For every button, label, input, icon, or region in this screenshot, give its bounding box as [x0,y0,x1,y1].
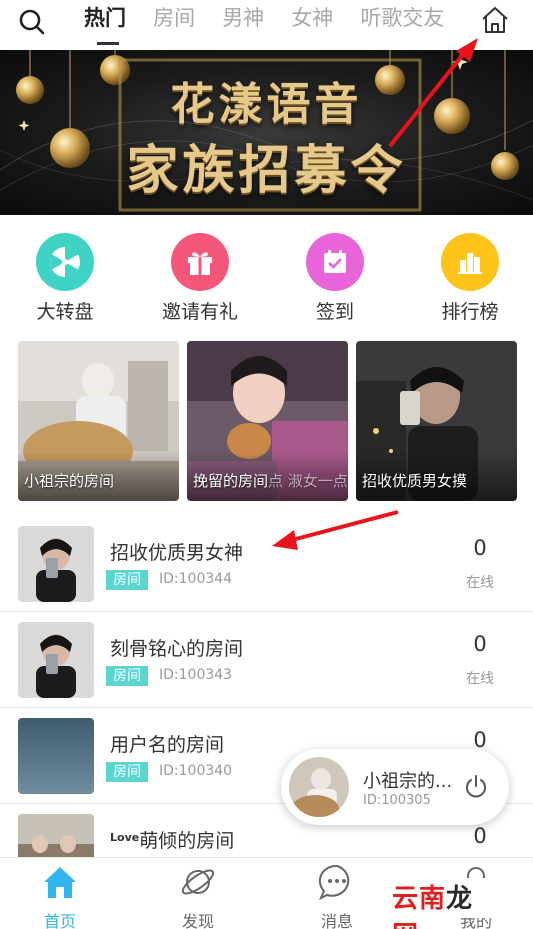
room-list: 招收优质男女神 房间 ID:100344 0 在线 刻骨铭心的房间 房间 ID:… [0,516,533,900]
watermark-text: 龙 [446,884,474,914]
planet-icon [181,869,215,895]
calendar-check-icon [306,233,364,291]
room-tag: 房间 [106,666,148,686]
list-item[interactable]: 刻骨铭心的房间 房间 ID:100343 0 在线 [0,612,533,708]
watermark-text: 网 [392,921,419,929]
checkin-label: 签到 [315,301,354,323]
nav-discover[interactable]: 发现 [158,862,238,929]
wheel-button[interactable]: 大转盘 [10,233,120,324]
room-title: Love萌倾的房间 [110,826,234,853]
banner-subtitle: 家族招募令 [126,140,407,201]
room-card[interactable]: 招收优质男女摸 [356,341,517,501]
online-count: 0 [473,536,487,560]
room-id: ID:100343 [159,667,233,683]
room-card-label: 挽留的房间点 淑女一点 [193,470,348,491]
room-title: 刻骨铭心的房间 [110,638,244,660]
home-icon [44,867,76,898]
tab-rooms[interactable]: 房间 [153,0,195,48]
mini-player-name: 小祖宗的... [363,771,453,792]
tab-music-social[interactable]: 听歌交友 [360,0,444,48]
nav-messages[interactable]: 消息 [297,862,377,929]
online-label: 在线 [466,671,494,687]
mini-player-avatar [287,755,351,819]
mini-room-player[interactable]: 小祖宗的... ID:100305 [281,749,509,825]
banner-title: 花漾语音 [170,79,363,130]
power-icon[interactable] [462,773,490,801]
nav-messages-label: 消息 [320,912,353,929]
room-thumbnail [18,526,94,602]
room-card-title: 挽留的房间 [193,472,269,490]
watermark-text: 云南 [392,884,447,914]
room-tag: 房间 [106,570,148,590]
tab-hot[interactable]: 热门 [84,0,126,48]
quick-actions: 大转盘 邀请有礼 签到 排行榜 [0,225,533,325]
wheel-icon [36,233,94,291]
room-title: 招收优质男女神 [110,542,244,564]
nav-home-label: 首页 [43,912,76,929]
room-title-prefix: Love [110,831,140,844]
room-id: ID:100340 [159,763,233,779]
nav-discover-label: 发现 [181,912,214,929]
search-icon[interactable] [18,8,46,36]
room-card-overlay-text: 点 淑女一点 [268,472,348,490]
leaderboard-button[interactable]: 排行榜 [415,233,525,324]
room-card[interactable]: 小祖宗的房间 [18,341,179,501]
room-title: 用户名的房间 [110,734,225,756]
list-item[interactable]: 招收优质男女神 房间 ID:100344 0 在线 [0,516,533,612]
room-thumbnail [18,718,94,794]
nav-home[interactable]: 首页 [20,862,100,929]
room-thumbnail [18,622,94,698]
invite-label: 邀请有礼 [161,301,238,323]
chat-icon [318,864,350,901]
room-id: ID:100344 [159,571,233,587]
leaderboard-label: 排行榜 [441,301,499,323]
checkin-button[interactable]: 签到 [280,233,390,324]
online-label: 在线 [466,575,494,591]
online-count: 0 [473,824,487,848]
mini-player-id: ID:100305 [363,793,431,808]
top-bar: 热门 房间 男神 女神 听歌交友 [0,0,533,48]
online-count: 0 [473,632,487,656]
bar-chart-icon [441,233,499,291]
promo-banner[interactable]: 花漾语音 家族招募令 [0,50,533,215]
featured-rooms: 小祖宗的房间 挽留的房间点 淑女一点 招收优质男女摸 [18,341,518,501]
invite-button[interactable]: 邀请有礼 [145,233,255,324]
room-card[interactable]: 挽留的房间点 淑女一点 [187,341,348,501]
wheel-label: 大转盘 [36,301,94,323]
tab-female-gods[interactable]: 女神 [291,0,333,48]
room-card-label: 小祖宗的房间 [24,472,115,490]
watermark: 云南龙网 [392,878,500,929]
room-card-label: 招收优质男女摸 [362,472,468,490]
tab-male-gods[interactable]: 男神 [222,0,264,48]
room-title-text: 萌倾的房间 [139,830,235,852]
home-icon[interactable] [479,4,511,36]
category-tabs: 热门 房间 男神 女神 听歌交友 [84,0,474,48]
room-tag: 房间 [106,762,148,782]
gift-icon [171,233,229,291]
